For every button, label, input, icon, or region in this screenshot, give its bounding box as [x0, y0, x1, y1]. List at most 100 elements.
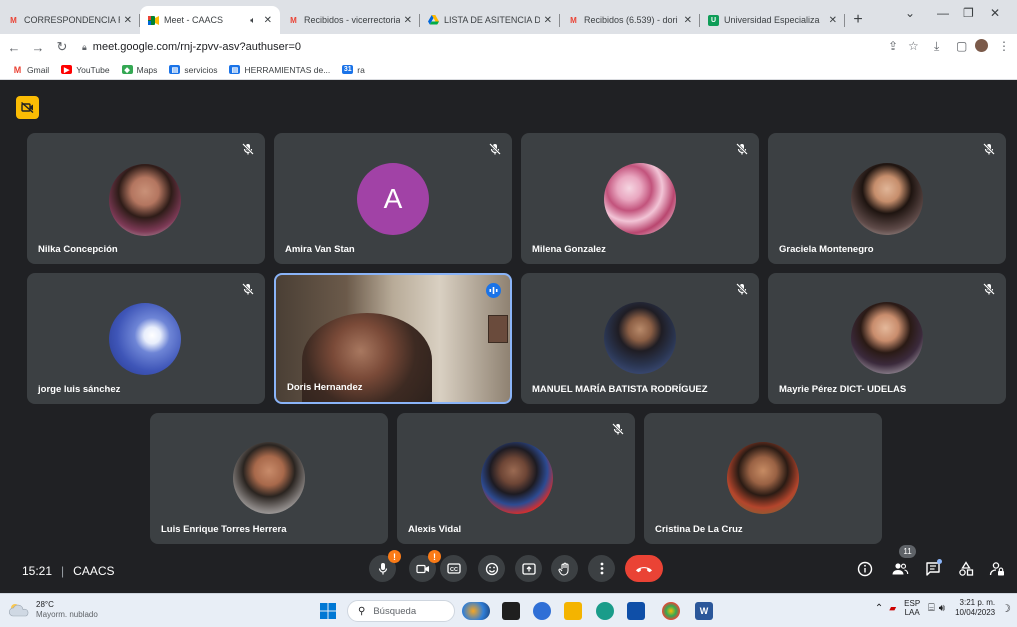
more-options-button[interactable]: [588, 555, 615, 582]
chevron-up-icon[interactable]: ⌃: [875, 603, 883, 614]
more-vert-icon: [600, 562, 603, 575]
participant-tile[interactable]: Cristina De La Cruz: [644, 413, 882, 544]
word-icon[interactable]: W: [695, 602, 713, 620]
avatar: [481, 442, 553, 514]
meet-icon: [148, 15, 159, 26]
tab-title: Meet - CAACS: [164, 15, 224, 25]
weather-temp: 28°C: [36, 600, 54, 609]
chrome-taskbar-icon[interactable]: [662, 602, 680, 620]
participant-tile-active-speaker[interactable]: Doris Hernandez: [274, 273, 512, 404]
forward-button[interactable]: →: [28, 40, 48, 55]
tab-search-icon[interactable]: ⌄: [905, 6, 915, 20]
participant-tile[interactable]: Luis Enrique Torres Herrera: [150, 413, 388, 544]
minimize-button[interactable]: —: [937, 6, 949, 20]
tab-close-icon[interactable]: ✕: [264, 15, 272, 26]
notifications-icon[interactable]: ☽: [1001, 602, 1011, 615]
clock[interactable]: 3:21 p. m. 10/04/2023: [955, 598, 995, 618]
participant-tile[interactable]: MANUEL MARÍA BATISTA RODRÍGUEZ: [521, 273, 759, 404]
tab-close-icon[interactable]: ✕: [544, 15, 552, 26]
gmail-icon: M: [290, 15, 297, 25]
participant-tile[interactable]: Graciela Montenegro: [768, 133, 1006, 264]
leave-call-button[interactable]: [625, 555, 663, 582]
chrome-menu-icon[interactable]: ⋮: [998, 39, 1010, 53]
clock-time: 3:21 p. m.: [959, 598, 996, 607]
close-window-button[interactable]: ✕: [990, 6, 1000, 20]
reload-button[interactable]: ↻: [52, 39, 72, 55]
bookmark-star-icon[interactable]: ☆: [908, 39, 919, 53]
participant-tile[interactable]: A Amira Van Stan: [274, 133, 512, 264]
bookmark-youtube[interactable]: ▶ YouTube: [61, 65, 110, 75]
participant-tile[interactable]: Mayrie Pérez DICT- UDELAS: [768, 273, 1006, 404]
muted-mic-icon: [489, 143, 501, 155]
browser-tab-strip: M CORRESPONDENCIA RE ✕ Meet - CAACS 🔈︎ ✕…: [0, 0, 1017, 34]
participant-tile[interactable]: Milena Gonzalez: [521, 133, 759, 264]
tab-close-icon[interactable]: ✕: [829, 15, 837, 26]
lock-icon[interactable]: 🔒︎: [82, 42, 87, 53]
edge-browser-icon[interactable]: [596, 602, 614, 620]
chat-button[interactable]: [924, 559, 942, 578]
task-view-icon[interactable]: [502, 602, 520, 620]
download-icon[interactable]: ⤓: [934, 39, 939, 54]
back-button[interactable]: ←: [4, 40, 24, 55]
muted-mic-icon: [242, 283, 254, 295]
language-indicator[interactable]: ESP LAA: [904, 599, 920, 617]
mic-icon: [378, 562, 387, 574]
restore-button[interactable]: ❐: [963, 6, 974, 20]
camera-off-indicator-icon[interactable]: [16, 96, 39, 119]
captions-button[interactable]: CC: [440, 555, 467, 582]
raise-hand-button[interactable]: [551, 555, 578, 582]
volume-icon[interactable]: 🔊︎: [939, 603, 945, 614]
share-icon[interactable]: ⇪: [888, 39, 898, 53]
meeting-info-button[interactable]: [856, 560, 874, 578]
browser-tab[interactable]: U Universidad Especializa ✕: [700, 6, 845, 34]
bookmark-herramientas[interactable]: ▤ HERRAMIENTAS de...: [229, 65, 330, 75]
tab-close-icon[interactable]: ✕: [124, 15, 132, 26]
new-tab-button[interactable]: +: [845, 6, 871, 34]
participant-tile[interactable]: Nilka Concepción: [27, 133, 265, 264]
people-button[interactable]: [891, 560, 909, 578]
browser-tab[interactable]: M Recibidos - vicerrectoria ✕: [280, 6, 420, 34]
weather-desc: Mayorm. nublado: [36, 610, 98, 619]
bookmark-servicios[interactable]: ▤ servicios: [169, 65, 217, 75]
bookmark-ra[interactable]: 31 ra: [342, 65, 365, 75]
microphone-button[interactable]: !: [369, 550, 401, 582]
meet-stage: Nilka Concepción A Amira Van Stan Milena…: [0, 80, 1017, 593]
camera-button[interactable]: !: [409, 550, 441, 582]
network-icon[interactable]: ⌸: [928, 602, 935, 615]
side-panel-icon[interactable]: ▢: [956, 39, 967, 53]
bookmarks-bar: M Gmail ▶ YouTube ◆ Maps ▤ servicios ▤ HERRAM…: [0, 60, 1017, 80]
host-controls-button[interactable]: [988, 560, 1006, 578]
participant-tile[interactable]: jorge luis sánchez: [27, 273, 265, 404]
tab-close-icon[interactable]: ✕: [404, 15, 412, 26]
profile-avatar[interactable]: [975, 39, 988, 52]
present-screen-button[interactable]: [515, 555, 542, 582]
reactions-button[interactable]: [478, 555, 505, 582]
audio-playing-icon[interactable]: 🔈︎: [250, 15, 255, 26]
avatar-letter: A: [357, 163, 429, 235]
participant-tile[interactable]: Alexis Vidal: [397, 413, 635, 544]
participant-name: Milena Gonzalez: [532, 244, 606, 255]
browser-tab[interactable]: M CORRESPONDENCIA RE ✕: [0, 6, 140, 34]
windows-start-icon[interactable]: [319, 602, 337, 620]
taskbar-search[interactable]: ⚲ Búsqueda: [347, 600, 455, 622]
activities-button[interactable]: [957, 560, 975, 578]
widgets-icon[interactable]: [462, 602, 490, 620]
bookmark-maps[interactable]: ◆ Maps: [121, 65, 157, 75]
tray-app-icon[interactable]: ▰: [889, 603, 896, 614]
meeting-code: CAACS: [73, 564, 115, 578]
url-field[interactable]: 🔒︎ meet.google.com/rnj-zpvv-asv?authuser…: [82, 41, 301, 53]
browser-tab[interactable]: LISTA DE ASITENCIA DE ✕: [420, 6, 560, 34]
avatar: [851, 163, 923, 235]
tab-close-icon[interactable]: ✕: [684, 15, 692, 26]
os-taskbar: 28°C Mayorm. nublado ⚲ Búsqueda W ⌃ ▰ ES…: [0, 593, 1017, 627]
bookmark-gmail[interactable]: M Gmail: [12, 65, 49, 75]
weather-widget[interactable]: 28°C Mayorm. nublado: [8, 600, 98, 620]
teams-chat-icon[interactable]: [533, 602, 551, 620]
participant-name: MANUEL MARÍA BATISTA RODRÍGUEZ: [532, 384, 708, 395]
store-icon[interactable]: [627, 602, 645, 620]
browser-tab[interactable]: M Recibidos (6.539) - dori ✕: [560, 6, 700, 34]
avatar: [109, 164, 181, 236]
docs-icon: ▤: [229, 65, 241, 74]
file-explorer-icon[interactable]: [564, 602, 582, 620]
browser-tab-active[interactable]: Meet - CAACS 🔈︎ ✕: [140, 6, 280, 34]
